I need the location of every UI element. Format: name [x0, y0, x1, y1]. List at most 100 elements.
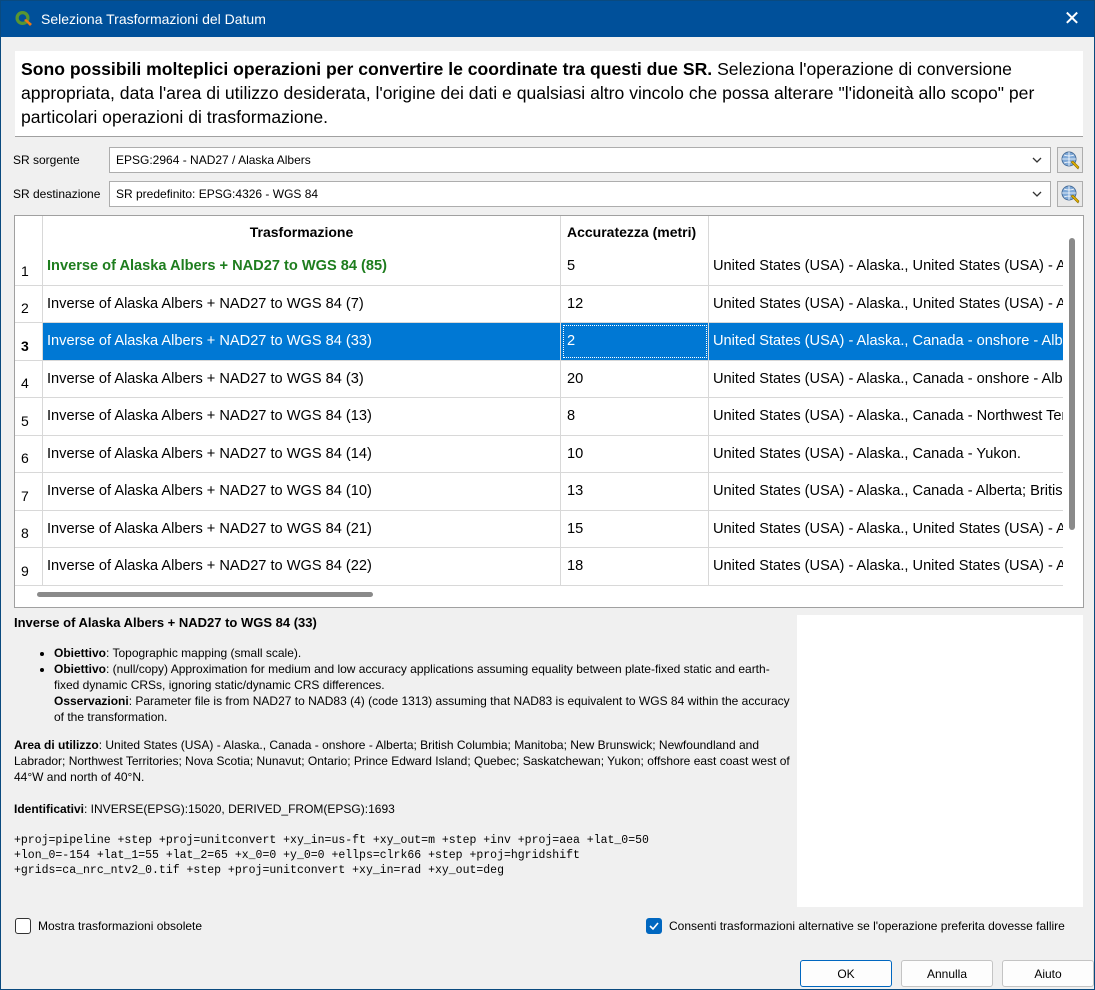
area-cell: United States (USA) - Alaska., Canada - … — [713, 445, 1021, 462]
preview-panel — [797, 615, 1083, 907]
table-row[interactable]: 6 Inverse of Alaska Albers + NAD27 to WGS… — [15, 435, 1063, 473]
accuracy-cell: 15 — [561, 510, 709, 547]
transformation-cell: Inverse of Alaska Albers + NAD27 to WGS … — [43, 510, 561, 547]
accuracy-cell: 18 — [561, 548, 709, 585]
dialog-window: Seleziona Trasformazioni del Datum ✕ Son… — [0, 0, 1095, 990]
show-obsolete-checkbox[interactable]: Mostra trasformazioni obsolete — [15, 918, 202, 934]
table-header: Trasformazione Accuratezza (metri) — [15, 216, 1065, 248]
transformation-cell: Inverse of Alaska Albers + NAD27 to WGS … — [43, 398, 561, 435]
close-icon[interactable]: ✕ — [1060, 7, 1084, 31]
area-cell: United States (USA) - Alaska., Canada - … — [709, 323, 1063, 360]
row-number: 6 — [15, 435, 43, 472]
destination-crs-value: SR predefinito: EPSG:4326 - WGS 84 — [116, 187, 319, 201]
observations-label: Osservazioni — [54, 694, 129, 708]
source-crs-select-button[interactable] — [1057, 147, 1083, 173]
horizontal-scrollbar[interactable] — [37, 592, 373, 597]
identifiers-label: Identificativi — [14, 802, 85, 816]
table-row[interactable]: 5 Inverse of Alaska Albers + NAD27 to WGS… — [15, 398, 1063, 436]
accuracy-cell: 10 — [561, 435, 709, 472]
details-objective-1: Obiettivo: Topographic mapping (small sc… — [54, 645, 792, 661]
table-row[interactable]: 3 Inverse of Alaska Albers + NAD27 to WGS… — [15, 323, 1063, 361]
details-objective-2: Obiettivo: (null/copy) Approximation for… — [54, 661, 792, 725]
objective-2-text: : (null/copy) Approximation for medium a… — [54, 662, 770, 692]
destination-crs-label: SR destinazione — [13, 187, 101, 201]
table-row[interactable]: 9 Inverse of Alaska Albers + NAD27 to WGS… — [15, 548, 1063, 586]
table-row[interactable]: 4 Inverse of Alaska Albers + NAD27 to WGS… — [15, 360, 1063, 398]
destination-crs-combo[interactable]: SR predefinito: EPSG:4326 - WGS 84 — [109, 181, 1051, 207]
intro-text: Sono possibili molteplici operazioni per… — [15, 51, 1083, 137]
row-number: 8 — [15, 510, 43, 547]
source-crs-row: SR sorgente EPSG:2964 - NAD27 / Alaska A… — [13, 147, 1085, 173]
destination-crs-row: SR destinazione SR predefinito: EPSG:432… — [13, 181, 1085, 207]
row-number: 3 — [15, 323, 43, 360]
row-number: 7 — [15, 473, 43, 510]
table-row[interactable]: 1 Inverse of Alaska Albers + NAD27 to WGS… — [15, 248, 1063, 286]
allow-fallback-label: Consenti trasformazioni alternative se l… — [669, 919, 1065, 933]
area-cell: United States (USA) - Alaska., United St… — [713, 558, 1063, 575]
accuracy-cell: 20 — [561, 360, 709, 397]
transformations-table[interactable]: Trasformazione Accuratezza (metri) 1 Inve… — [14, 215, 1084, 608]
row-number: 2 — [15, 285, 43, 322]
header-area[interactable] — [709, 216, 1065, 248]
accuracy-cell: 12 — [561, 285, 709, 322]
details-panel: Inverse of Alaska Albers + NAD27 to WGS … — [14, 615, 792, 905]
transformation-cell: Inverse of Alaska Albers + NAD27 to WGS … — [43, 285, 561, 322]
identifiers-text: : INVERSE(EPSG):15020, DERIVED_FROM(EPSG… — [84, 802, 395, 816]
details-title: Inverse of Alaska Albers + NAD27 to WGS … — [14, 615, 317, 630]
table-row[interactable]: 2 Inverse of Alaska Albers + NAD27 to WGS… — [15, 285, 1063, 323]
area-cell: United States (USA) - Alaska., Canada - … — [713, 370, 1063, 387]
table-body: 1 Inverse of Alaska Albers + NAD27 to WGS… — [15, 248, 1063, 586]
table-row[interactable]: 7 Inverse of Alaska Albers + NAD27 to WGS… — [15, 473, 1063, 511]
cancel-button[interactable]: Annulla — [901, 960, 993, 987]
transformation-cell: Inverse of Alaska Albers + NAD27 to WGS … — [43, 248, 561, 285]
area-cell: United States (USA) - Alaska., United St… — [713, 295, 1063, 312]
transformation-cell: Inverse of Alaska Albers + NAD27 to WGS … — [43, 323, 561, 360]
source-crs-label: SR sorgente — [13, 153, 80, 167]
help-button[interactable]: Aiuto — [1002, 960, 1094, 987]
area-label: Area di utilizzo — [14, 738, 99, 752]
transformation-cell: Inverse of Alaska Albers + NAD27 to WGS … — [43, 435, 561, 472]
area-cell: United States (USA) - Alaska., Canada - … — [713, 483, 1063, 500]
row-number: 1 — [15, 248, 43, 285]
transformation-cell: Inverse of Alaska Albers + NAD27 to WGS … — [43, 473, 561, 510]
chevron-down-icon — [1032, 191, 1042, 197]
proj-string: +proj=pipeline +step +proj=unitconvert +… — [14, 834, 649, 877]
accuracy-cell: 13 — [561, 473, 709, 510]
details-list: Obiettivo: Topographic mapping (small sc… — [14, 645, 792, 725]
check-icon — [649, 922, 659, 931]
objective-label: Obiettivo — [54, 662, 107, 676]
vertical-scrollbar[interactable] — [1069, 238, 1075, 530]
checkbox-unchecked[interactable] — [15, 918, 31, 934]
transformation-cell: Inverse of Alaska Albers + NAD27 to WGS … — [43, 548, 561, 585]
show-obsolete-label: Mostra trasformazioni obsolete — [38, 919, 203, 933]
source-crs-combo[interactable]: EPSG:2964 - NAD27 / Alaska Albers — [109, 147, 1051, 173]
area-cell: United States (USA) - Alaska., Canada - … — [713, 408, 1063, 425]
observations-text: : Parameter file is from NAD27 to NAD83 … — [54, 694, 790, 724]
checkbox-checked[interactable] — [646, 918, 662, 934]
intro-bold: Sono possibili molteplici operazioni per… — [21, 59, 713, 79]
header-accuracy[interactable]: Accuratezza (metri) — [561, 216, 709, 248]
transformation-cell: Inverse of Alaska Albers + NAD27 to WGS … — [43, 360, 561, 397]
area-text: : United States (USA) - Alaska., Canada … — [14, 738, 790, 784]
area-cell: United States (USA) - Alaska., United St… — [713, 520, 1063, 537]
chevron-down-icon — [1032, 157, 1042, 163]
header-transformation[interactable]: Trasformazione — [43, 216, 561, 248]
details-area: Area di utilizzo: United States (USA) - … — [14, 737, 792, 785]
row-number: 4 — [15, 360, 43, 397]
qgis-icon — [15, 11, 32, 26]
row-number: 9 — [15, 548, 43, 585]
objective-1-text: : Topographic mapping (small scale). — [106, 646, 302, 660]
allow-fallback-checkbox[interactable]: Consenti trasformazioni alternative se l… — [646, 918, 1065, 934]
source-crs-value: EPSG:2964 - NAD27 / Alaska Albers — [116, 153, 311, 167]
accuracy-cell: 5 — [561, 248, 709, 285]
details-identifiers: Identificativi: INVERSE(EPSG):15020, DER… — [14, 801, 792, 817]
title-bar: Seleziona Trasformazioni del Datum ✕ — [1, 1, 1094, 37]
globe-icon — [1061, 185, 1080, 204]
header-corner — [15, 216, 43, 248]
table-row[interactable]: 8 Inverse of Alaska Albers + NAD27 to WGS… — [15, 510, 1063, 548]
window-title: Seleziona Trasformazioni del Datum — [41, 11, 266, 27]
objective-label: Obiettivo — [54, 646, 107, 660]
row-number: 5 — [15, 398, 43, 435]
ok-button[interactable]: OK — [800, 960, 892, 987]
destination-crs-select-button[interactable] — [1057, 181, 1083, 207]
